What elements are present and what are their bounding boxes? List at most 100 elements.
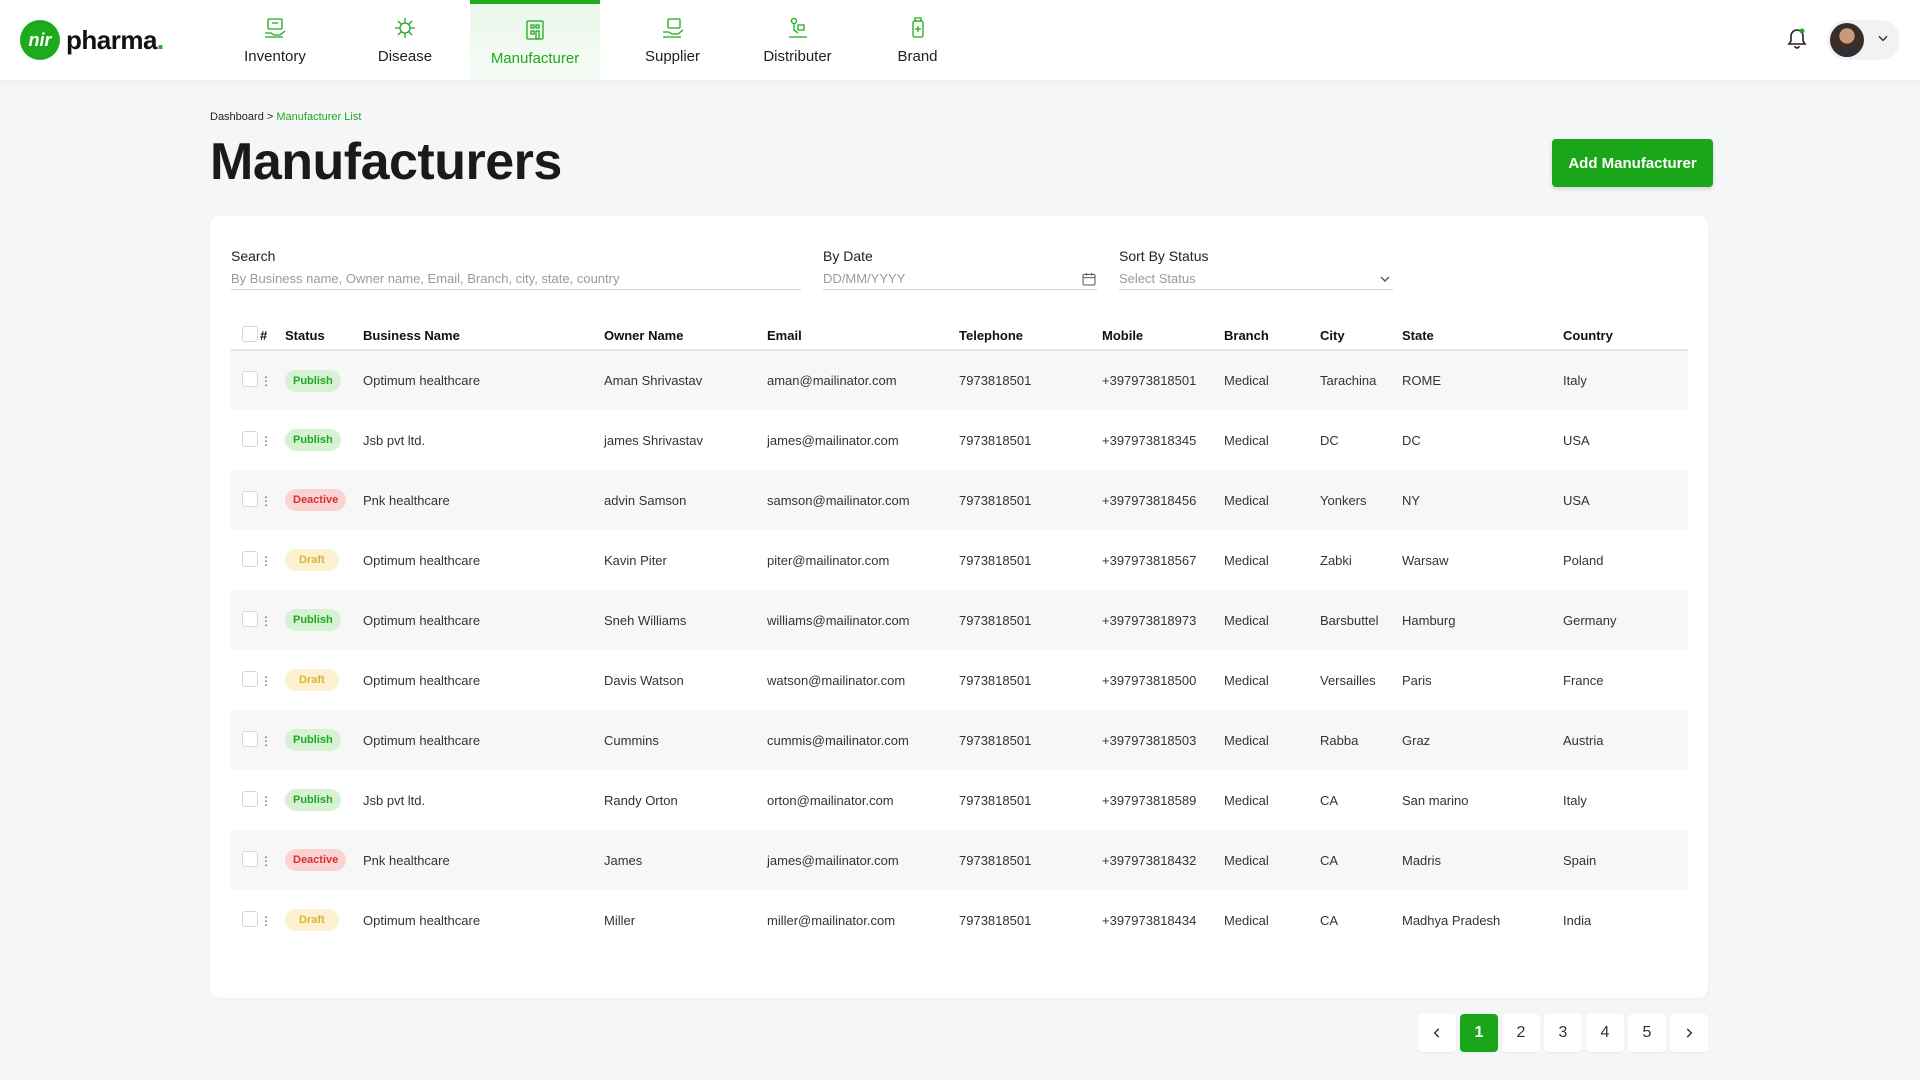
supplier-icon bbox=[662, 17, 683, 38]
table-row[interactable]: ⋮ Draft Optimum healthcare Miller miller@mai… bbox=[230, 890, 1688, 950]
cell-state: Warsaw bbox=[1402, 552, 1449, 568]
nav-supplier[interactable]: Supplier bbox=[600, 0, 745, 80]
table-row[interactable]: ⋮ Publish Optimum healthcare Aman Shrivasta… bbox=[230, 350, 1688, 410]
col-email[interactable]: Email bbox=[767, 322, 959, 351]
search-input[interactable] bbox=[231, 271, 801, 286]
nav-manufacturer[interactable]: Manufacturer bbox=[470, 0, 600, 80]
cell-telephone: 7973818501 bbox=[959, 912, 1032, 928]
page-3-button[interactable]: 3 bbox=[1544, 1014, 1582, 1052]
cell-branch: Medical bbox=[1224, 612, 1269, 628]
search-filter: Search bbox=[231, 248, 801, 290]
user-menu[interactable] bbox=[1827, 20, 1900, 60]
app-logo[interactable]: nir pharma. bbox=[20, 20, 164, 60]
cell-branch: Medical bbox=[1224, 432, 1269, 448]
row-checkbox[interactable] bbox=[242, 550, 258, 567]
row-checkbox[interactable] bbox=[242, 730, 258, 747]
notification-bell-icon[interactable] bbox=[1785, 26, 1809, 55]
cell-telephone: 7973818501 bbox=[959, 492, 1032, 508]
nav-inventory[interactable]: Inventory bbox=[210, 0, 340, 80]
status-badge: Draft bbox=[285, 669, 339, 691]
cell-owner: Randy Orton bbox=[604, 792, 678, 808]
row-checkbox[interactable] bbox=[242, 430, 258, 447]
cell-state: Hamburg bbox=[1402, 612, 1456, 628]
date-input[interactable] bbox=[823, 271, 1081, 286]
col-city[interactable]: City bbox=[1320, 322, 1402, 351]
prev-page-button[interactable] bbox=[1418, 1014, 1456, 1052]
page-5-button[interactable]: 5 bbox=[1628, 1014, 1666, 1052]
row-menu-icon[interactable]: ⋮ bbox=[260, 735, 272, 747]
cell-city: Versailles bbox=[1320, 672, 1376, 688]
row-menu-icon[interactable]: ⋮ bbox=[260, 555, 272, 567]
date-filter: By Date bbox=[823, 248, 1097, 290]
nav-distributer[interactable]: Distributer bbox=[745, 0, 850, 80]
cell-email: miller@mailinator.com bbox=[767, 912, 896, 928]
cell-telephone: 7973818501 bbox=[959, 852, 1032, 868]
brand-icon bbox=[911, 16, 924, 38]
calendar-icon[interactable] bbox=[1081, 271, 1097, 287]
row-checkbox[interactable] bbox=[242, 910, 258, 927]
nav-inventory-label: Inventory bbox=[244, 47, 306, 65]
status-badge: Draft bbox=[285, 549, 339, 571]
table-row[interactable]: ⋮ Publish Optimum healthcare Sneh Williams w… bbox=[230, 590, 1688, 650]
cell-city: CA bbox=[1320, 852, 1339, 868]
cell-business: Pnk healthcare bbox=[363, 852, 450, 868]
select-all-checkbox[interactable] bbox=[242, 326, 258, 342]
cell-email: cummis@mailinator.com bbox=[767, 732, 909, 748]
status-select[interactable]: Select Status bbox=[1119, 268, 1393, 290]
cell-country: USA bbox=[1563, 432, 1590, 448]
row-menu-icon[interactable]: ⋮ bbox=[260, 795, 272, 807]
row-checkbox[interactable] bbox=[242, 790, 258, 807]
cell-email: james@mailinator.com bbox=[767, 852, 899, 868]
col-status[interactable]: Status bbox=[285, 322, 363, 351]
row-menu-icon[interactable]: ⋮ bbox=[260, 615, 272, 627]
cell-telephone: 7973818501 bbox=[959, 432, 1032, 448]
col-telephone[interactable]: Telephone bbox=[959, 322, 1102, 351]
row-checkbox[interactable] bbox=[242, 670, 258, 687]
row-menu-icon[interactable]: ⋮ bbox=[260, 435, 272, 447]
table-row[interactable]: ⋮ Publish Optimum healthcare Cummins cummis@… bbox=[230, 710, 1688, 770]
breadcrumb-dashboard[interactable]: Dashboard bbox=[210, 111, 264, 123]
table-row[interactable]: ⋮ Deactive Pnk healthcare advin Samson samso… bbox=[230, 470, 1688, 530]
next-page-button[interactable] bbox=[1670, 1014, 1708, 1052]
chevron-left-icon bbox=[1433, 1028, 1440, 1038]
breadcrumb-separator: > bbox=[266, 111, 274, 123]
row-menu-icon[interactable]: ⋮ bbox=[260, 495, 272, 507]
col-country[interactable]: Country bbox=[1563, 322, 1688, 351]
cell-state: DC bbox=[1402, 432, 1421, 448]
table-row[interactable]: ⋮ Deactive Pnk healthcare James james@mailin… bbox=[230, 830, 1688, 890]
page-2-button[interactable]: 2 bbox=[1502, 1014, 1540, 1052]
manufacturer-icon bbox=[526, 19, 544, 40]
col-owner-name[interactable]: Owner Name bbox=[604, 322, 767, 351]
cell-mobile: +397973818500 bbox=[1102, 672, 1197, 688]
row-checkbox[interactable] bbox=[242, 490, 258, 507]
row-checkbox[interactable] bbox=[242, 850, 258, 867]
table-row[interactable]: ⋮ Draft Optimum healthcare Kavin Piter piter… bbox=[230, 530, 1688, 590]
row-menu-icon[interactable]: ⋮ bbox=[260, 675, 272, 687]
cell-city: Zabki bbox=[1320, 552, 1352, 568]
row-menu-icon[interactable]: ⋮ bbox=[260, 915, 272, 927]
cell-business: Optimum healthcare bbox=[363, 912, 481, 928]
add-manufacturer-button[interactable]: Add Manufacturer bbox=[1552, 139, 1713, 187]
pagination: 1 2 3 4 5 bbox=[1418, 1014, 1708, 1052]
page-4-button[interactable]: 4 bbox=[1586, 1014, 1624, 1052]
col-business-name[interactable]: Business Name bbox=[363, 322, 604, 351]
row-menu-icon[interactable]: ⋮ bbox=[260, 855, 272, 867]
cell-country: Italy bbox=[1563, 792, 1587, 808]
table-row[interactable]: ⋮ Publish Jsb pvt ltd. james Shrivastav jame… bbox=[230, 410, 1688, 470]
cell-mobile: +397973818345 bbox=[1102, 432, 1197, 448]
table-row[interactable]: ⋮ Draft Optimum healthcare Davis Watson wats… bbox=[230, 650, 1688, 710]
row-checkbox[interactable] bbox=[242, 371, 258, 387]
cell-city: Barsbuttel bbox=[1320, 612, 1379, 628]
cell-business: Optimum healthcare bbox=[363, 373, 481, 388]
col-state[interactable]: State bbox=[1402, 322, 1563, 351]
nav-disease[interactable]: Disease bbox=[340, 0, 470, 80]
col-mobile[interactable]: Mobile bbox=[1102, 322, 1224, 351]
table-row[interactable]: ⋮ Publish Jsb pvt ltd. Randy Orton orton@mai… bbox=[230, 770, 1688, 830]
nav-brand[interactable]: Brand bbox=[850, 0, 985, 80]
col-branch[interactable]: Branch bbox=[1224, 322, 1320, 351]
cell-owner: Sneh Williams bbox=[604, 612, 687, 628]
page-1-button[interactable]: 1 bbox=[1460, 1014, 1498, 1052]
cell-telephone: 7973818501 bbox=[959, 373, 1032, 388]
row-checkbox[interactable] bbox=[242, 610, 258, 627]
row-menu-icon[interactable]: ⋮ bbox=[260, 375, 272, 387]
